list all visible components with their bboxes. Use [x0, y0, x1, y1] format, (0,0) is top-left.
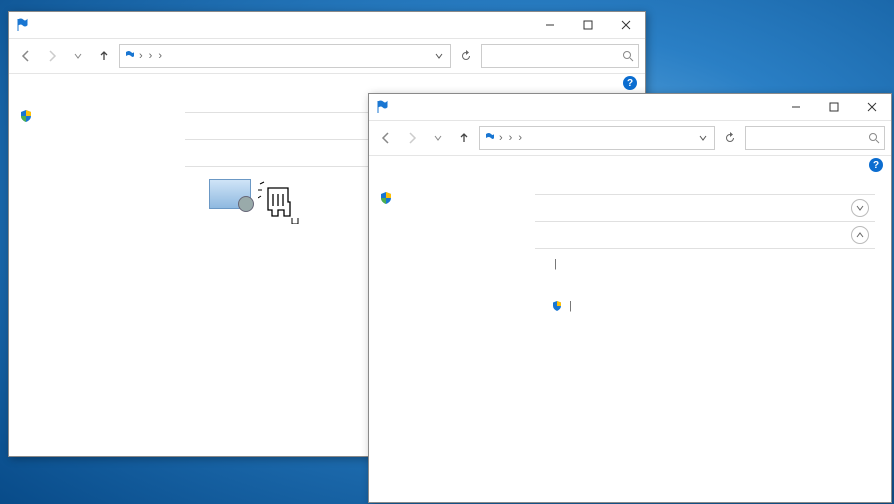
check-solutions-links: |: [535, 255, 875, 273]
forward-button[interactable]: [41, 45, 63, 67]
refresh-button[interactable]: [455, 45, 477, 67]
close-button[interactable]: [853, 94, 891, 120]
minimize-button[interactable]: [777, 94, 815, 120]
up-button[interactable]: [453, 127, 475, 149]
navbar: › › ›: [369, 121, 891, 156]
help-icon[interactable]: ?: [869, 158, 883, 172]
close-button[interactable]: [607, 12, 645, 38]
chevron-right-icon: ›: [149, 50, 153, 62]
flag-icon: [375, 100, 389, 114]
chevron-right-icon: ›: [499, 132, 503, 144]
breadcrumb[interactable]: › › ›: [119, 44, 451, 68]
up-button[interactable]: [93, 45, 115, 67]
chevron-right-icon: ›: [158, 50, 162, 62]
troubleshoot-icon: [209, 179, 251, 209]
chevron-up-icon: [851, 226, 869, 244]
search-input[interactable]: [481, 44, 639, 68]
search-input[interactable]: [745, 126, 885, 150]
forward-button[interactable]: [401, 127, 423, 149]
navbar: › › ›: [9, 39, 645, 74]
titlebar[interactable]: [9, 12, 645, 39]
recent-dropdown[interactable]: [427, 127, 449, 149]
address-dropdown[interactable]: [696, 134, 710, 142]
maintenance-expander[interactable]: [535, 222, 875, 249]
titlebar[interactable]: [369, 94, 891, 121]
main-panel: | |: [529, 174, 891, 502]
homegroup-links: [535, 333, 875, 339]
search-icon: [622, 50, 634, 62]
refresh-button[interactable]: [719, 127, 741, 149]
helpbar: ?: [9, 74, 645, 92]
helpbar: ?: [369, 156, 891, 174]
shield-icon: [551, 300, 563, 312]
drive-desc: [535, 375, 875, 381]
maximize-button[interactable]: [815, 94, 853, 120]
help-icon[interactable]: ?: [623, 76, 637, 90]
flag-icon: [15, 18, 29, 32]
search-icon: [868, 132, 880, 144]
chevron-right-icon: ›: [509, 132, 513, 144]
chevron-right-icon: ›: [139, 50, 143, 62]
minimize-button[interactable]: [531, 12, 569, 38]
security-expander[interactable]: [535, 194, 875, 222]
recent-dropdown[interactable]: [67, 45, 89, 67]
maximize-button[interactable]: [569, 12, 607, 38]
shield-icon: [379, 191, 393, 205]
address-dropdown[interactable]: [432, 52, 446, 60]
sidebar: [9, 92, 179, 456]
back-button[interactable]: [375, 127, 397, 149]
chevron-right-icon: ›: [518, 132, 522, 144]
flag-icon: [484, 132, 496, 144]
auto-maint-links: |: [535, 297, 875, 315]
breadcrumb[interactable]: › › ›: [479, 126, 715, 150]
window-security-maintenance-expanded: › › › ?: [368, 93, 892, 503]
shield-icon: [19, 109, 33, 123]
flag-icon: [124, 50, 136, 62]
back-button[interactable]: [15, 45, 37, 67]
filehist-links: [535, 357, 875, 363]
chevron-down-icon: [851, 199, 869, 217]
sidebar: [369, 174, 529, 502]
